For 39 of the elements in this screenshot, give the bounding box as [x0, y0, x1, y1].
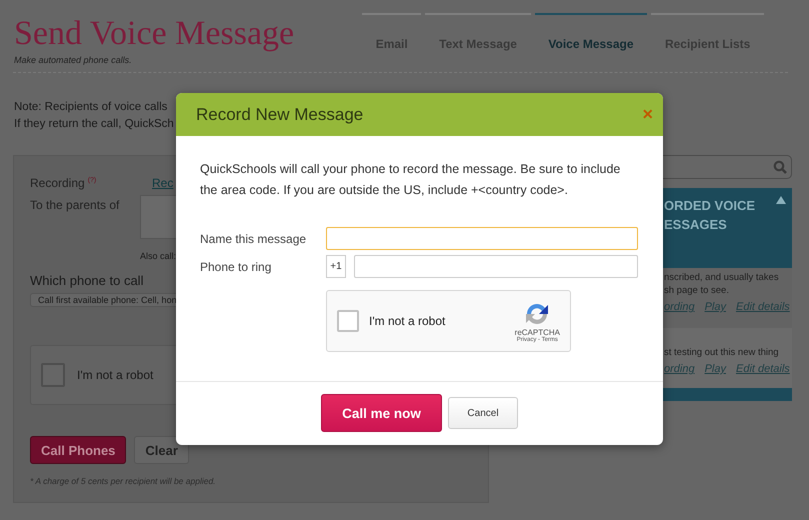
- recording-link[interactable]: Edit details: [736, 363, 790, 375]
- call-me-now-button[interactable]: Call me now: [321, 394, 442, 432]
- captcha-checkbox[interactable]: [41, 363, 65, 387]
- page-subtitle: Make automated phone calls.: [14, 55, 133, 65]
- recording-label: Recording $^{(?)}$: [30, 176, 98, 190]
- phone-field[interactable]: [354, 255, 638, 278]
- note-text: Note: Recipients of voice calls: [14, 100, 168, 115]
- parents-label: To the parents of: [30, 198, 120, 214]
- recording-text: sh page to see.: [664, 284, 729, 297]
- call-phones-button[interactable]: Call Phones: [30, 436, 126, 464]
- dialog-title: Record New Message: [196, 104, 364, 124]
- captcha-label: I'm not a robot: [369, 314, 446, 328]
- recaptcha-brand: reCAPTCHA: [514, 328, 560, 336]
- recording-link[interactable]: Play: [704, 301, 726, 313]
- note-text: If they return the call, QuickSch: [14, 117, 174, 132]
- tab[interactable]: Voice Message: [534, 13, 648, 72]
- recording-link[interactable]: Edit details: [736, 301, 790, 313]
- clear-button[interactable]: Clear: [134, 436, 189, 464]
- recordings-title: ESSAGES: [664, 216, 728, 234]
- recording-link[interactable]: ording: [664, 363, 695, 375]
- close-button[interactable]: ×: [640, 104, 655, 125]
- name-field[interactable]: [326, 227, 638, 250]
- phone-label: Which phone to call: [30, 273, 144, 288]
- recordings-title: ORDED VOICE: [664, 197, 756, 215]
- record-link[interactable]: Rec: [152, 176, 174, 190]
- collapse-icon[interactable]: [776, 196, 786, 204]
- page-title: Send Voice Message: [14, 14, 296, 54]
- recording-link[interactable]: Play: [704, 363, 726, 375]
- recording-text: nscribed, and usually takes: [664, 271, 779, 284]
- recording-text: st testing out this new thing: [664, 346, 779, 359]
- search-icon: [773, 160, 787, 174]
- field-label: Phone to ring: [200, 260, 272, 274]
- recording-link[interactable]: ording: [664, 301, 695, 313]
- also-call-label: Also call:: [140, 251, 176, 261]
- captcha-label: I'm not a robot: [77, 368, 154, 382]
- captcha-checkbox[interactable]: [337, 310, 359, 332]
- cancel-button[interactable]: Cancel: [448, 397, 518, 429]
- field-label: Name this message: [200, 232, 308, 246]
- country-code: +1: [326, 255, 346, 278]
